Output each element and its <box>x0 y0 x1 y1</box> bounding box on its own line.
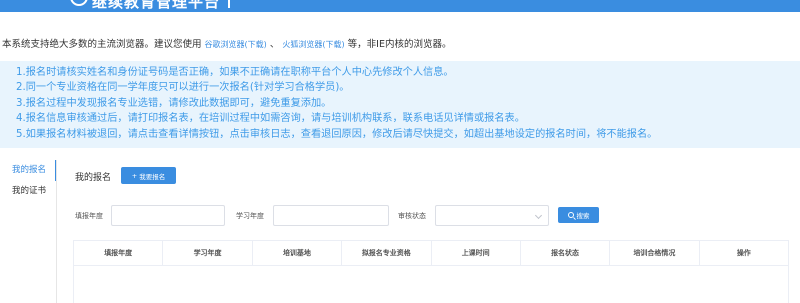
add-registration-label: 我要报名 <box>139 172 166 181</box>
column-header-training-base: 培训基地 <box>253 241 343 265</box>
logo-icon <box>70 0 88 6</box>
study-year-filter-input[interactable] <box>273 205 389 226</box>
column-header-actions: 操作 <box>736 249 751 257</box>
firefox-download-link[interactable]: 火狐浏览器(下载) <box>282 40 344 49</box>
registration-table: 填报年度 学习年度 培训基地 拟报名专业资格 上课时间 报名状态 培训合格情况 … <box>73 240 789 303</box>
column-header-training-result: 培训合格情况 <box>610 241 700 265</box>
tip-item: 1.报名时请核实姓名和身份证号码是否正确，如果不正确请在职称平台个人中心先修改个… <box>16 67 454 78</box>
search-icon <box>567 212 574 218</box>
sidebar-item-my-certificate[interactable]: 我的证书 <box>0 181 57 202</box>
status-filter-label: 审核状态 <box>398 212 426 220</box>
chrome-download-link[interactable]: 谷歌浏览器(下载) <box>205 40 267 49</box>
table-header: 填报年度 学习年度 培训基地 拟报名专业资格 上课时间 报名状态 培训合格情况 … <box>74 240 788 266</box>
column-header-qualification: 拟报名专业资格 <box>342 241 432 265</box>
year-filter-label: 填报年度 <box>75 212 103 220</box>
sidebar: 我的报名 我的证书 <box>0 160 57 202</box>
sidebar-item-my-registration[interactable]: 我的报名 <box>0 160 57 181</box>
column-header-study-year: 学习年度 <box>163 241 253 265</box>
top-header-bar: 继续教育管理平台 <box>0 0 800 12</box>
notice-prefix: 本系统支持绝大多数的主流浏览器。建议您使用 <box>2 39 202 50</box>
tip-item: 3.报名过程中发现报名专业选错，请修改此数据即可，避免重复添加。 <box>16 97 332 109</box>
sidebar-divider <box>56 160 57 303</box>
year-filter-input[interactable] <box>111 205 225 226</box>
tip-item: 2.同一个专业资格在同一学年度只可以进行一次报名(针对学习合格学员)。 <box>16 82 350 94</box>
status-filter-select[interactable] <box>435 205 549 226</box>
column-header-status: 报名状态 <box>521 241 611 265</box>
notice-separator: 、 <box>269 39 280 50</box>
tip-item: 4.报名信息审核通过后，请打印报名表，在培训过程中如需咨询，请与培训机构联系，联… <box>16 113 525 125</box>
tips-panel: 1.报名时请核实姓名和身份证号码是否正确，如果不正确请在职称平台个人中心先修改个… <box>0 61 800 148</box>
notice-suffix: 等，非IE内核的浏览器。 <box>347 39 452 50</box>
plus-icon: + <box>131 171 138 180</box>
browser-notice: 本系统支持绝大多数的主流浏览器。建议您使用 谷歌浏览器(下载) 、 火狐浏览器(… <box>2 36 451 50</box>
search-button[interactable]: 搜索 <box>558 207 599 223</box>
column-header-class-time: 上课时间 <box>432 241 521 265</box>
column-header-fill-year: 填报年度 <box>74 241 164 265</box>
page-title: 我的报名 <box>75 173 112 183</box>
tip-item: 5.如果报名材料被退回，请点击查看详情按钮，点击审核日志，查看退回原因，修改后请… <box>16 128 658 140</box>
brand-separator <box>228 0 230 8</box>
search-button-label: 搜索 <box>576 212 590 220</box>
brand-title: 继续教育管理平台 <box>92 0 221 11</box>
add-registration-button[interactable]: + 我要报名 <box>121 167 176 184</box>
study-year-filter-label: 学习年度 <box>236 212 264 220</box>
